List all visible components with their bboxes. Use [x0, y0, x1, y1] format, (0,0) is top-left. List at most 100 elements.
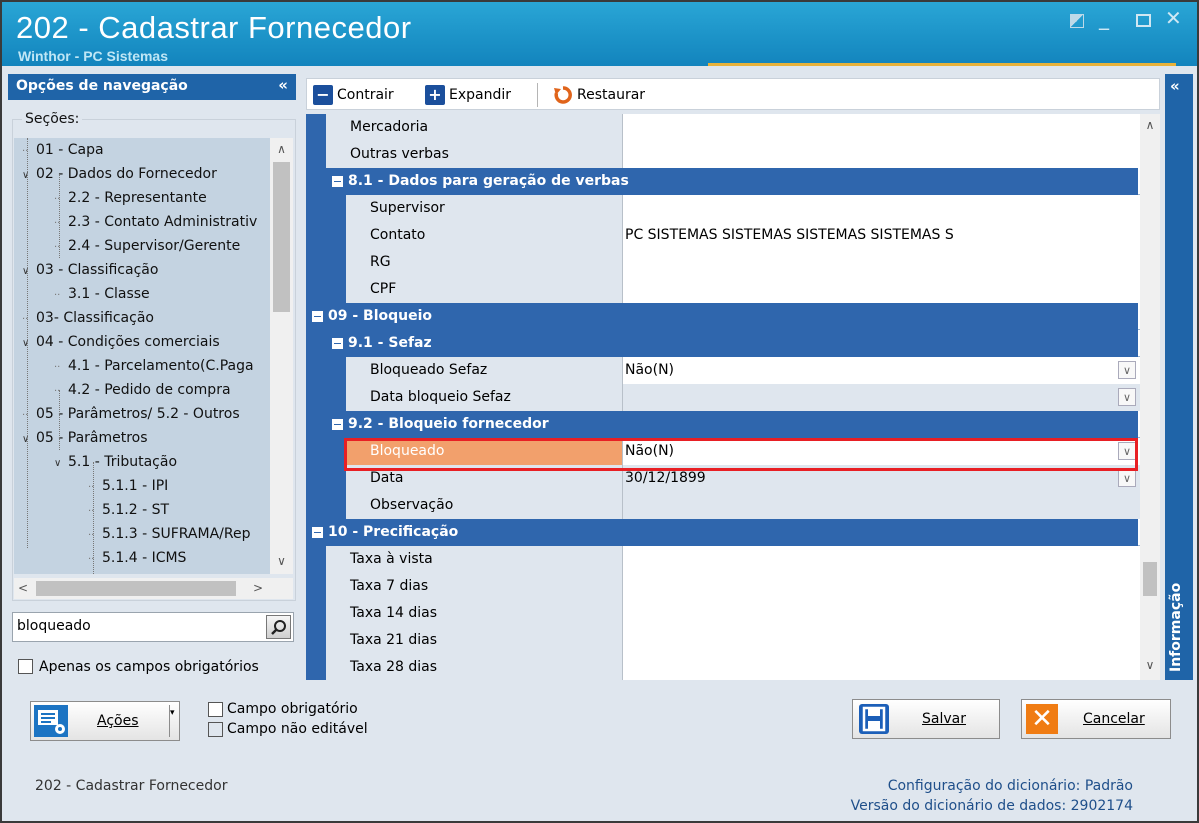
expandir-button[interactable]: + Expandir	[425, 85, 511, 105]
collapse-section-icon[interactable]	[332, 338, 343, 349]
section-header-row[interactable]: 10 - Precificação	[306, 519, 1140, 546]
search-icon[interactable]	[266, 615, 291, 639]
dropdown-chevron-icon[interactable]: ∨	[1118, 469, 1136, 487]
property-row[interactable]: Bloqueado Sefaz Não(N) ∨	[306, 357, 1140, 384]
collapse-info-button[interactable]: «	[1170, 77, 1180, 95]
property-row[interactable]: Data bloqueio Sefaz ∨	[306, 384, 1140, 411]
property-value[interactable]	[623, 600, 1140, 627]
close-button[interactable]: ✕	[1165, 6, 1182, 30]
expand-chevron-icon[interactable]: ∨	[22, 164, 36, 188]
tree-item[interactable]: ·· 5.1.3 - SUFRAMA/Rep	[88, 522, 250, 546]
property-row[interactable]: Taxa 21 dias	[306, 627, 1140, 654]
property-row[interactable]: Taxa à vista	[306, 546, 1140, 573]
property-row[interactable]: Data 30/12/1899 ∨	[306, 465, 1140, 492]
property-row[interactable]: Taxa 28 dias	[306, 654, 1140, 680]
minimize-button[interactable]: _	[1099, 6, 1109, 30]
property-value[interactable]	[623, 573, 1140, 600]
tree-item[interactable]: ·· 4.2 - Pedido de compra	[54, 378, 231, 402]
property-value[interactable]	[623, 654, 1140, 680]
resize-icon[interactable]	[1070, 14, 1084, 28]
scroll-left-icon[interactable]: <	[14, 579, 32, 597]
tree-item[interactable]: ·· 05 - Parâmetros/ 5.2 - Outros	[22, 402, 240, 426]
tree-item[interactable]: ·· 4.1 - Parcelamento(C.Paga	[54, 354, 254, 378]
property-row[interactable]: Bloqueado Não(N) ∨	[306, 438, 1140, 465]
expand-chevron-icon[interactable]: ∨	[22, 428, 36, 452]
save-button[interactable]: Salvar	[852, 699, 1000, 739]
tree-item[interactable]: ·· 2.4 - Supervisor/Gerente	[54, 234, 240, 258]
expand-chevron-icon[interactable]: ∨	[54, 452, 68, 476]
section-header-row[interactable]: 9.2 - Bloqueio fornecedor	[306, 411, 1140, 438]
search-field[interactable]	[12, 612, 294, 642]
collapse-section-icon[interactable]	[332, 176, 343, 187]
tree-item[interactable]: ·· 2.3 - Contato Administrativ	[54, 210, 257, 234]
dropdown-chevron-icon[interactable]: ∨	[1118, 388, 1136, 406]
tree-item[interactable]: ·· 03- Classificação	[22, 306, 154, 330]
restaurar-button[interactable]: Restaurar	[553, 85, 645, 105]
tree-hscroll-thumb[interactable]	[36, 581, 236, 596]
tree-item[interactable]: ·· 2.2 - Representante	[54, 186, 207, 210]
property-row[interactable]: Mercadoria	[306, 114, 1140, 141]
property-row[interactable]: Taxa 14 dias	[306, 600, 1140, 627]
scroll-down-icon[interactable]: ∨	[270, 552, 293, 570]
collapse-nav-button[interactable]: «	[278, 76, 288, 94]
grid-scroll-up-icon[interactable]: ∧	[1140, 116, 1160, 134]
tree-item[interactable]: ∨ 05 - Parâmetros	[22, 426, 148, 450]
property-value[interactable]	[623, 627, 1140, 654]
required-only-checkbox[interactable]	[18, 659, 33, 674]
grid-scroll-down-icon[interactable]: ∨	[1140, 656, 1160, 674]
tree-scroll-thumb[interactable]	[273, 162, 290, 312]
contrair-button[interactable]: − Contrair	[313, 85, 394, 105]
section-header-row[interactable]: 9.1 - Sefaz	[306, 330, 1140, 357]
maximize-button[interactable]	[1136, 14, 1151, 27]
tree-item[interactable]: ·· 3.1 - Classe	[54, 282, 150, 306]
actions-button[interactable]: Ações ▾	[30, 701, 180, 741]
property-row[interactable]: CPF	[306, 276, 1140, 303]
actions-dropdown-icon[interactable]: ▾	[169, 705, 177, 737]
property-value[interactable]	[623, 141, 1140, 168]
search-input[interactable]	[17, 618, 257, 634]
tree-item[interactable]: ∨ 03 - Classificação	[22, 258, 158, 282]
collapse-section-icon[interactable]	[332, 419, 343, 430]
collapse-section-icon[interactable]	[312, 527, 323, 538]
scroll-right-icon[interactable]: >	[249, 579, 267, 597]
info-panel-tab[interactable]: « Informação	[1165, 74, 1193, 680]
expand-chevron-icon[interactable]: ∨	[22, 260, 36, 284]
dropdown-chevron-icon[interactable]: ∨	[1118, 442, 1136, 460]
property-value[interactable]	[623, 249, 1140, 276]
grid-vertical-scrollbar[interactable]: ∧ ∨	[1140, 114, 1160, 680]
property-row[interactable]: Taxa 7 dias	[306, 573, 1140, 600]
tree-item[interactable]: ·· 01 - Capa	[22, 138, 104, 162]
tree-item[interactable]: ∨ 04 - Condições comerciais	[22, 330, 220, 354]
property-row[interactable]: Supervisor	[306, 195, 1140, 222]
property-value[interactable]	[623, 276, 1140, 303]
tree-item[interactable]: ·· 5.1.1 - IPI	[88, 474, 168, 498]
tree-item[interactable]: ·· 5.1.2 - ST	[88, 498, 169, 522]
property-value[interactable]	[623, 114, 1140, 141]
property-value[interactable]: Não(N) ∨	[623, 357, 1140, 384]
tree-horizontal-scrollbar[interactable]: < >	[14, 578, 293, 599]
tree-vertical-scrollbar[interactable]: ∧ ∨	[270, 138, 293, 574]
property-value[interactable]: Não(N) ∨	[623, 438, 1140, 465]
section-header-label: 09 - Bloqueio	[306, 303, 1138, 330]
property-row[interactable]: Observação	[306, 492, 1140, 519]
cancel-button[interactable]: ✕ Cancelar	[1021, 699, 1171, 739]
tree-item[interactable]: ·· 5.1.4 - ICMS	[88, 546, 186, 570]
dropdown-chevron-icon[interactable]: ∨	[1118, 361, 1136, 379]
scroll-up-icon[interactable]: ∧	[270, 140, 293, 158]
section-header-row[interactable]: 8.1 - Dados para geração de verbas	[306, 168, 1140, 195]
row-indent	[326, 492, 346, 519]
row-indent	[306, 627, 326, 654]
property-value[interactable]	[623, 546, 1140, 573]
tree-item[interactable]: ∨ 02 - Dados do Fornecedor	[22, 162, 217, 186]
property-row[interactable]: RG	[306, 249, 1140, 276]
property-row[interactable]: Contato PC SISTEMAS SISTEMAS SISTEMAS SIS…	[306, 222, 1140, 249]
property-value[interactable]: PC SISTEMAS SISTEMAS SISTEMAS SISTEMAS S	[623, 222, 1140, 249]
section-tree[interactable]: ·· 01 - Capa ∨ 02 - Dados do Fornecedor ·· 2.…	[14, 138, 270, 574]
expand-chevron-icon[interactable]: ∨	[22, 332, 36, 356]
property-value[interactable]	[623, 195, 1140, 222]
tree-item[interactable]: ∨ 5.1 - Tributação	[54, 450, 177, 474]
property-row[interactable]: Outras verbas	[306, 141, 1140, 168]
grid-scroll-thumb[interactable]	[1143, 562, 1157, 596]
collapse-section-icon[interactable]	[312, 311, 323, 322]
section-header-row[interactable]: 09 - Bloqueio	[306, 303, 1140, 330]
